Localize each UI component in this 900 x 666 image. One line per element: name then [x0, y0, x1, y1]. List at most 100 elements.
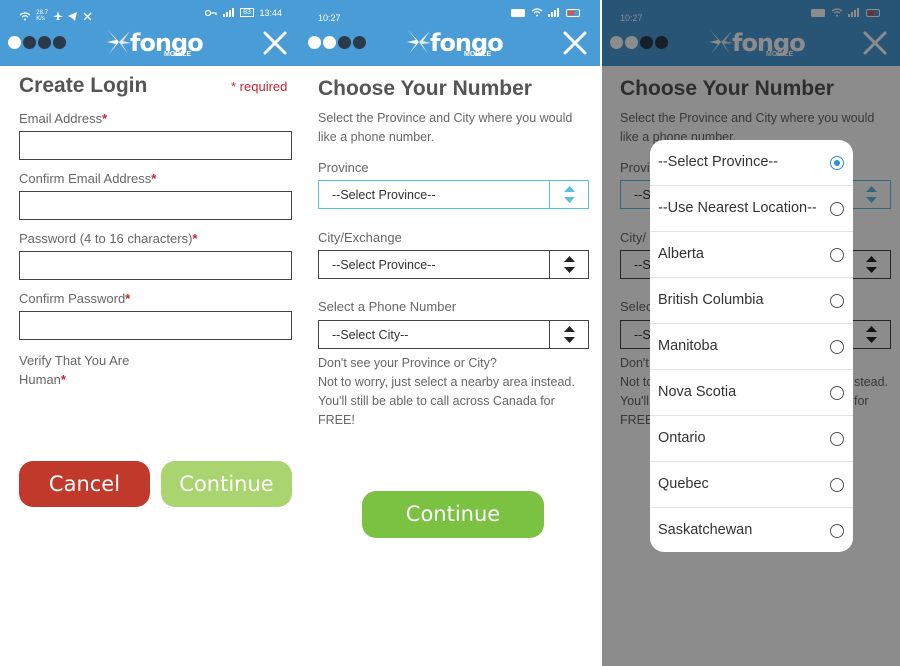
step-dot — [323, 36, 336, 49]
option-select-province[interactable]: --Select Province-- — [650, 140, 853, 186]
option-label: --Select Province-- — [658, 154, 779, 170]
step-dot — [23, 36, 36, 49]
network-speed: 28.7 K/s — [36, 10, 48, 22]
option-label: Quebec — [658, 476, 709, 492]
help-line: Don't see your Province or City? — [318, 356, 497, 370]
radio-button-icon — [830, 340, 844, 354]
province-picker-screen: 10:27 fongo MOBILE Choose Your Number Se… — [602, 0, 900, 666]
option-label: Alberta — [658, 246, 704, 262]
email-label-text: Email Address — [19, 111, 103, 126]
city-select-value: --Select Province-- — [332, 258, 436, 272]
option-saskatchewan[interactable]: Saskatchewan — [650, 508, 853, 552]
cancel-button-label: Cancel — [48, 472, 121, 496]
page-title: Choose Your Number — [318, 77, 532, 100]
confirm-email-field[interactable] — [19, 191, 292, 220]
app-header: 10:27 fongo MOBILE — [300, 0, 600, 66]
continue-button-label: Continue — [179, 472, 274, 496]
confirm-email-label-text: Confirm Email Address — [19, 171, 152, 186]
confirm-password-field[interactable] — [19, 311, 292, 340]
option-label: Manitoba — [658, 338, 718, 354]
step-dots-icon — [308, 36, 368, 54]
logo-subtitle: MOBILE — [464, 51, 492, 58]
required-star: * — [60, 372, 66, 387]
create-login-screen: 28.7 K/s 83 13:44 fongo MOBILE Create Log… — [0, 0, 300, 666]
vpn-icon — [511, 8, 526, 17]
status-bar: 10:27 — [300, 0, 600, 28]
wifi-icon — [531, 8, 543, 17]
confirm-password-label-text: Confirm Password — [19, 291, 126, 306]
password-field[interactable] — [19, 251, 292, 280]
status-icons-right — [508, 7, 582, 18]
notification-off-icon — [83, 12, 92, 20]
continue-button[interactable]: Continue — [161, 461, 292, 507]
status-icons-right: 83 13:44 — [202, 7, 282, 18]
required-star: * — [102, 111, 108, 126]
verify-line-1: Verify That You Are — [19, 353, 130, 368]
province-picker-dialog: --Select Province-- --Use Nearest Locati… — [650, 140, 853, 552]
cancel-button[interactable]: Cancel — [19, 461, 150, 507]
option-manitoba[interactable]: Manitoba — [650, 324, 853, 370]
email-label: Email Address* — [19, 111, 107, 126]
option-british-columbia[interactable]: British Columbia — [650, 278, 853, 324]
option-label: Ontario — [658, 430, 706, 446]
province-select[interactable]: --Select Province-- — [318, 180, 589, 209]
step-dot — [338, 36, 351, 49]
radio-button-icon — [830, 248, 844, 262]
app-header: 28.7 K/s 83 13:44 fongo MOBILE — [0, 0, 300, 66]
required-star: * — [192, 231, 198, 246]
number-select[interactable]: --Select City-- — [318, 320, 589, 349]
radio-button-icon — [830, 294, 844, 308]
status-icons-left: 28.7 K/s — [16, 10, 92, 22]
continue-button[interactable]: Continue — [362, 491, 544, 538]
butterfly-icon — [407, 30, 431, 54]
telegram-icon — [68, 11, 78, 21]
close-icon[interactable] — [262, 30, 288, 56]
option-label: Nova Scotia — [658, 384, 737, 400]
status-time: 13:44 — [259, 7, 282, 18]
confirm-password-label: Confirm Password* — [19, 291, 130, 306]
fongo-logo: fongo MOBILE — [406, 26, 504, 62]
step-dots-icon — [8, 36, 68, 54]
fongo-logo: fongo MOBILE — [106, 26, 204, 62]
close-icon[interactable] — [562, 30, 588, 56]
step-dot — [38, 36, 51, 49]
select-arrows-icon — [549, 251, 588, 278]
help-line: You'll still be able to call across Cana… — [318, 394, 555, 408]
verify-human-label: Verify That You Are Human* — [19, 351, 129, 389]
option-quebec[interactable]: Quebec — [650, 462, 853, 508]
logo-subtitle: MOBILE — [164, 51, 192, 58]
radio-button-icon — [830, 432, 844, 446]
confirm-email-label: Confirm Email Address* — [19, 171, 156, 186]
number-label: Select a Phone Number — [318, 299, 457, 314]
step-dot — [53, 36, 66, 49]
choose-number-screen: 10:27 fongo MOBILE Choose Your Number Se… — [300, 0, 600, 666]
wifi-icon — [19, 11, 31, 20]
butterfly-icon — [107, 30, 131, 54]
option-use-nearest-location[interactable]: --Use Nearest Location-- — [650, 186, 853, 232]
required-note: * required — [231, 79, 288, 94]
battery-icon: 83 — [240, 8, 254, 18]
password-label-text: Password (4 to 16 characters) — [19, 231, 193, 246]
option-label: British Columbia — [658, 292, 764, 308]
email-field[interactable] — [19, 131, 292, 160]
province-select-value: --Select Province-- — [332, 188, 436, 202]
required-star: * — [125, 291, 131, 306]
option-alberta[interactable]: Alberta — [650, 232, 853, 278]
step-dot — [8, 36, 21, 49]
city-select[interactable]: --Select Province-- — [318, 250, 589, 279]
radio-button-icon — [830, 156, 844, 170]
option-label: --Use Nearest Location-- — [658, 200, 817, 216]
continue-button-label: Continue — [405, 502, 501, 526]
radio-button-icon — [830, 202, 844, 216]
option-ontario[interactable]: Ontario — [650, 416, 853, 462]
help-line: FREE! — [318, 413, 355, 427]
radio-button-icon — [830, 478, 844, 492]
battery-icon — [566, 8, 580, 17]
option-nova-scotia[interactable]: Nova Scotia — [650, 370, 853, 416]
status-time: 10:27 — [318, 13, 341, 23]
help-text: Don't see your Province or City? Not to … — [318, 354, 596, 430]
help-line: Not to worry, just select a nearby area … — [318, 375, 575, 389]
signal-icon — [548, 8, 560, 18]
city-label: City/Exchange — [318, 230, 402, 245]
step-dot — [308, 36, 321, 49]
